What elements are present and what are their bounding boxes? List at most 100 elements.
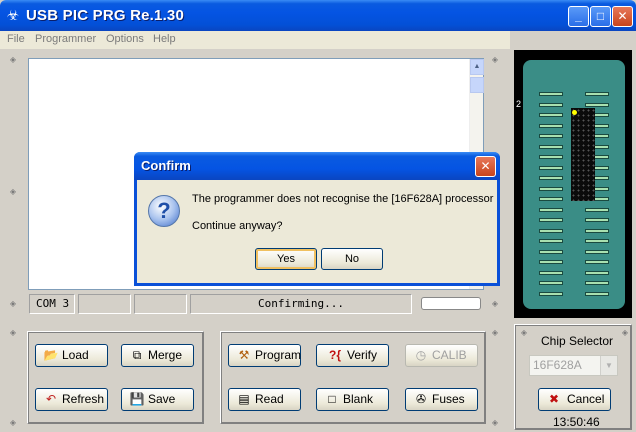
splitter-handle-icon[interactable]: ◈	[8, 418, 18, 428]
merge-icon: ⧉	[132, 348, 142, 362]
menu-help[interactable]: Help	[153, 33, 176, 45]
socket-pin	[585, 239, 609, 243]
status-cell-empty	[78, 294, 131, 314]
socket-pin	[539, 239, 563, 243]
cancel-icon: ✖	[548, 392, 560, 406]
menu-programmer[interactable]: Programmer	[35, 33, 96, 45]
pin1-indicator	[572, 110, 577, 115]
menu-bar: File Programmer Options Help	[0, 31, 510, 49]
clock-icon: ◷	[415, 348, 427, 362]
app-icon: ☣	[6, 7, 20, 23]
merge-label: Merge	[148, 348, 183, 362]
menu-file[interactable]: File	[7, 33, 25, 45]
chip-select-value: 16F628A	[533, 358, 582, 372]
socket-pin	[539, 197, 563, 201]
menu-options[interactable]: Options	[106, 33, 144, 45]
dialog-title-bar[interactable]: Confirm ✕	[134, 152, 500, 180]
fuses-button[interactable]: ✇ Fuses	[405, 388, 478, 411]
socket-pin	[539, 155, 563, 159]
socket-pin	[585, 260, 609, 264]
splitter-handle-icon[interactable]: ◈	[8, 328, 18, 338]
scroll-up-icon[interactable]: ▲	[470, 59, 484, 75]
load-button[interactable]: 📂 Load	[35, 344, 108, 367]
socket-pin	[539, 176, 563, 180]
progress-bar	[421, 297, 481, 310]
status-port: COM 3	[29, 294, 75, 314]
read-label: Read	[255, 392, 284, 406]
no-button[interactable]: No	[321, 248, 383, 270]
refresh-button[interactable]: ↶ Refresh	[35, 388, 108, 411]
merge-button[interactable]: ⧉ Merge	[121, 344, 194, 367]
socket-pin	[539, 186, 563, 191]
minimize-button[interactable]: _	[568, 6, 589, 27]
maximize-button[interactable]: □	[590, 6, 611, 27]
chip-socket-panel	[514, 50, 632, 318]
socket-pin	[539, 207, 563, 212]
socket-pin	[539, 113, 563, 117]
folder-icon: 📂	[43, 348, 59, 362]
splitter-handle-icon[interactable]: ◈	[490, 328, 500, 338]
socket-pin	[539, 291, 563, 296]
socket-pin	[585, 207, 609, 212]
title-bar[interactable]: ☣ USB PIC PRG Re.1.30 _ □ ✕	[0, 0, 636, 31]
question-icon: ?	[148, 195, 180, 227]
scroll-thumb[interactable]	[470, 77, 484, 93]
socket-pin	[539, 249, 563, 254]
yes-button[interactable]: Yes	[255, 248, 317, 270]
pin1-label: 2	[516, 99, 522, 109]
status-cell-empty	[134, 294, 187, 314]
socket-pin	[539, 123, 563, 128]
blank-label: Blank	[343, 392, 374, 406]
socket-pin	[539, 281, 563, 285]
verify-button[interactable]: ?{Verify	[316, 344, 389, 367]
socket-pin	[539, 260, 563, 264]
load-label: Load	[62, 348, 89, 362]
socket-pin	[585, 228, 609, 233]
socket-pin	[585, 218, 609, 222]
fuses-label: Fuses	[432, 392, 465, 406]
socket-pin	[539, 134, 563, 138]
cancel-button[interactable]: ✖ Cancel	[538, 388, 611, 411]
program-label: Program	[255, 348, 302, 362]
fuses-icon: ✇	[415, 392, 427, 406]
dialog-message: The programmer does not recognise the [1…	[192, 193, 494, 205]
socket-pin	[585, 249, 609, 254]
dialog-question: Continue anyway?	[192, 220, 283, 232]
save-label: Save	[148, 392, 176, 406]
dialog-close-button[interactable]: ✕	[475, 156, 496, 177]
splitter-handle-icon[interactable]: ◈	[490, 55, 500, 65]
dialog-title: Confirm	[141, 158, 191, 173]
splitter-handle-icon[interactable]: ◈	[490, 299, 500, 309]
read-button[interactable]: ▤ Read	[228, 388, 301, 411]
socket-pin	[539, 228, 563, 233]
calib-label: CALIB	[432, 348, 467, 362]
status-message: Confirming...	[190, 294, 412, 314]
socket-pin	[539, 270, 563, 275]
calib-button[interactable]: ◷ CALIB	[405, 344, 478, 367]
blank-page-icon: □	[328, 392, 336, 406]
socket-pin	[585, 291, 609, 296]
socket-pin	[585, 281, 609, 285]
chevron-down-icon[interactable]: ▼	[600, 356, 617, 375]
splitter-handle-icon[interactable]: ◈	[490, 418, 500, 428]
socket-pin	[539, 92, 563, 96]
splitter-handle-icon[interactable]: ◈	[8, 299, 18, 309]
socket-pin	[539, 165, 563, 170]
blank-button[interactable]: □ Blank	[316, 388, 389, 411]
floppy-icon: 💾	[129, 392, 145, 406]
splitter-handle-icon[interactable]: ◈	[8, 55, 18, 65]
program-button[interactable]: ⚒ Program	[228, 344, 301, 367]
save-button[interactable]: 💾 Save	[121, 388, 194, 411]
chip-selector-label: Chip Selector	[541, 334, 614, 348]
refresh-icon: ↶	[45, 392, 57, 406]
chip-select-dropdown[interactable]: 16F628A ▼	[529, 355, 618, 376]
socket-pin	[585, 102, 609, 107]
close-button[interactable]: ✕	[612, 6, 633, 27]
socket-pin	[539, 144, 563, 149]
splitter-handle-icon[interactable]: ◈	[8, 187, 18, 197]
socket-pin	[539, 102, 563, 107]
clock-time: 13:50:46	[553, 415, 600, 429]
cancel-label: Cancel	[567, 392, 605, 406]
program-icon: ⚒	[238, 348, 250, 362]
confirm-dialog: Confirm ✕ ? The programmer does not reco…	[134, 152, 500, 286]
